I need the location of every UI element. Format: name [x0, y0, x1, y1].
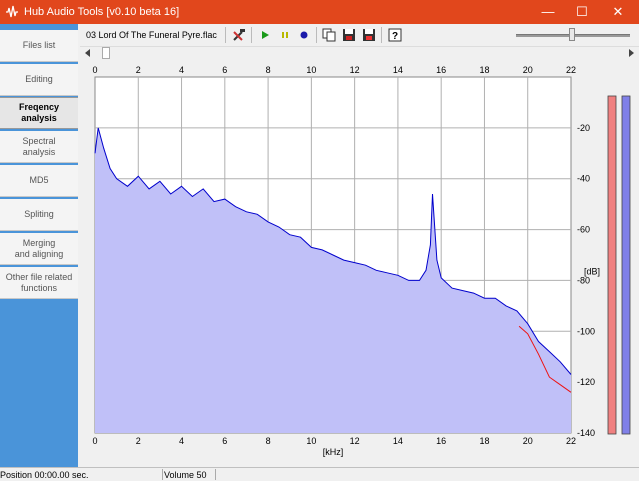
x-axis-label: [kHz] [323, 447, 344, 457]
scroll-right-icon[interactable] [629, 49, 634, 57]
x-tick-label-top: 10 [306, 65, 316, 75]
sidebar-item-md5[interactable]: MD5 [0, 165, 78, 197]
save-icon[interactable] [341, 27, 357, 43]
x-tick-label-top: 16 [436, 65, 446, 75]
x-tick-label-bottom: 0 [92, 436, 97, 446]
app-logo-icon [6, 5, 18, 18]
volume-slider-thumb[interactable] [569, 28, 575, 41]
y-tick-label: -100 [577, 326, 595, 336]
play-icon[interactable] [257, 27, 273, 43]
x-tick-label-top: 8 [266, 65, 271, 75]
x-tick-label-top: 18 [479, 65, 489, 75]
sidebar-item-frequency-analysis[interactable]: Freqency analysis [0, 97, 78, 129]
status-divider [215, 469, 216, 480]
x-tick-label-top: 4 [179, 65, 184, 75]
sidebar-item-spectral-analysis[interactable]: Spectral analysis [0, 131, 78, 163]
x-tick-label-bottom: 16 [436, 436, 446, 446]
x-tick-label-bottom: 10 [306, 436, 316, 446]
help-icon[interactable]: ? [387, 27, 403, 43]
level-meter-right [621, 95, 631, 435]
window-title: Hub Audio Tools [v0.10 beta 16] [24, 6, 180, 18]
y-tick-label: -140 [577, 428, 595, 438]
tools-icon[interactable] [231, 27, 247, 43]
toolbar-separator [251, 27, 252, 43]
scrollbar-thumb[interactable] [102, 47, 110, 59]
svg-text:?: ? [392, 31, 398, 42]
y-tick-label: -20 [577, 123, 590, 133]
sidebar: Files list Editing Freqency analysis Spe… [0, 24, 78, 467]
copy-icon[interactable] [321, 27, 337, 43]
x-tick-label-top: 22 [566, 65, 576, 75]
close-button[interactable]: ✕ [595, 0, 639, 24]
sidebar-item-spliting[interactable]: Spliting [0, 199, 78, 231]
y-tick-label: -40 [577, 174, 590, 184]
x-tick-label-top: 0 [92, 65, 97, 75]
stop-icon[interactable] [296, 27, 312, 43]
x-tick-label-top: 2 [136, 65, 141, 75]
x-tick-label-bottom: 18 [479, 436, 489, 446]
current-file-name: 03 Lord Of The Funeral Pyre.flac [86, 30, 217, 40]
x-tick-label-top: 14 [393, 65, 403, 75]
x-tick-label-bottom: 4 [179, 436, 184, 446]
horizontal-scrollbar[interactable] [80, 47, 639, 60]
y-axis-label: [dB] [584, 266, 600, 276]
pause-icon[interactable] [277, 27, 293, 43]
sidebar-item-files-list[interactable]: Files list [0, 30, 78, 62]
status-volume: Volume 50 [164, 470, 207, 480]
x-tick-label-bottom: 8 [266, 436, 271, 446]
status-bar: Position 00:00.00 sec. Volume 50 [0, 467, 639, 481]
status-divider [162, 469, 163, 480]
sidebar-item-merging[interactable]: Merging and aligning [0, 233, 78, 265]
save-as-icon[interactable] [361, 27, 377, 43]
y-tick-label: -80 [577, 275, 590, 285]
y-tick-label: -60 [577, 225, 590, 235]
x-tick-label-bottom: 2 [136, 436, 141, 446]
x-tick-label-bottom: 22 [566, 436, 576, 446]
x-tick-label-bottom: 14 [393, 436, 403, 446]
toolbar-separator [316, 27, 317, 43]
x-tick-label-bottom: 20 [523, 436, 533, 446]
x-tick-label-top: 12 [350, 65, 360, 75]
scroll-left-icon[interactable] [85, 49, 90, 57]
sidebar-item-other-functions[interactable]: Other file related functions [0, 267, 78, 299]
x-tick-label-bottom: 6 [222, 436, 227, 446]
x-tick-label-top: 6 [222, 65, 227, 75]
status-position: Position 00:00.00 sec. [0, 470, 89, 480]
toolbar: 03 Lord Of The Funeral Pyre.flac ? [80, 24, 639, 47]
frequency-analysis-panel: 0 0 2 2 4 4 6 6 8 8 10 10 12 12 14 14 16 16 18 18 20 20 22 22 -2… [80, 61, 639, 467]
y-tick-label: -120 [577, 377, 595, 387]
toolbar-separator [225, 27, 226, 43]
toolbar-separator [381, 27, 382, 43]
sidebar-item-editing[interactable]: Editing [0, 64, 78, 96]
x-tick-label-bottom: 12 [350, 436, 360, 446]
level-meter-left [607, 95, 617, 435]
x-tick-label-top: 20 [523, 65, 533, 75]
frequency-spectrum-chart: 00224466881010121214141616181820202222-2… [92, 65, 631, 457]
title-bar: Hub Audio Tools [v0.10 beta 16] — ☐ ✕ [0, 0, 639, 24]
